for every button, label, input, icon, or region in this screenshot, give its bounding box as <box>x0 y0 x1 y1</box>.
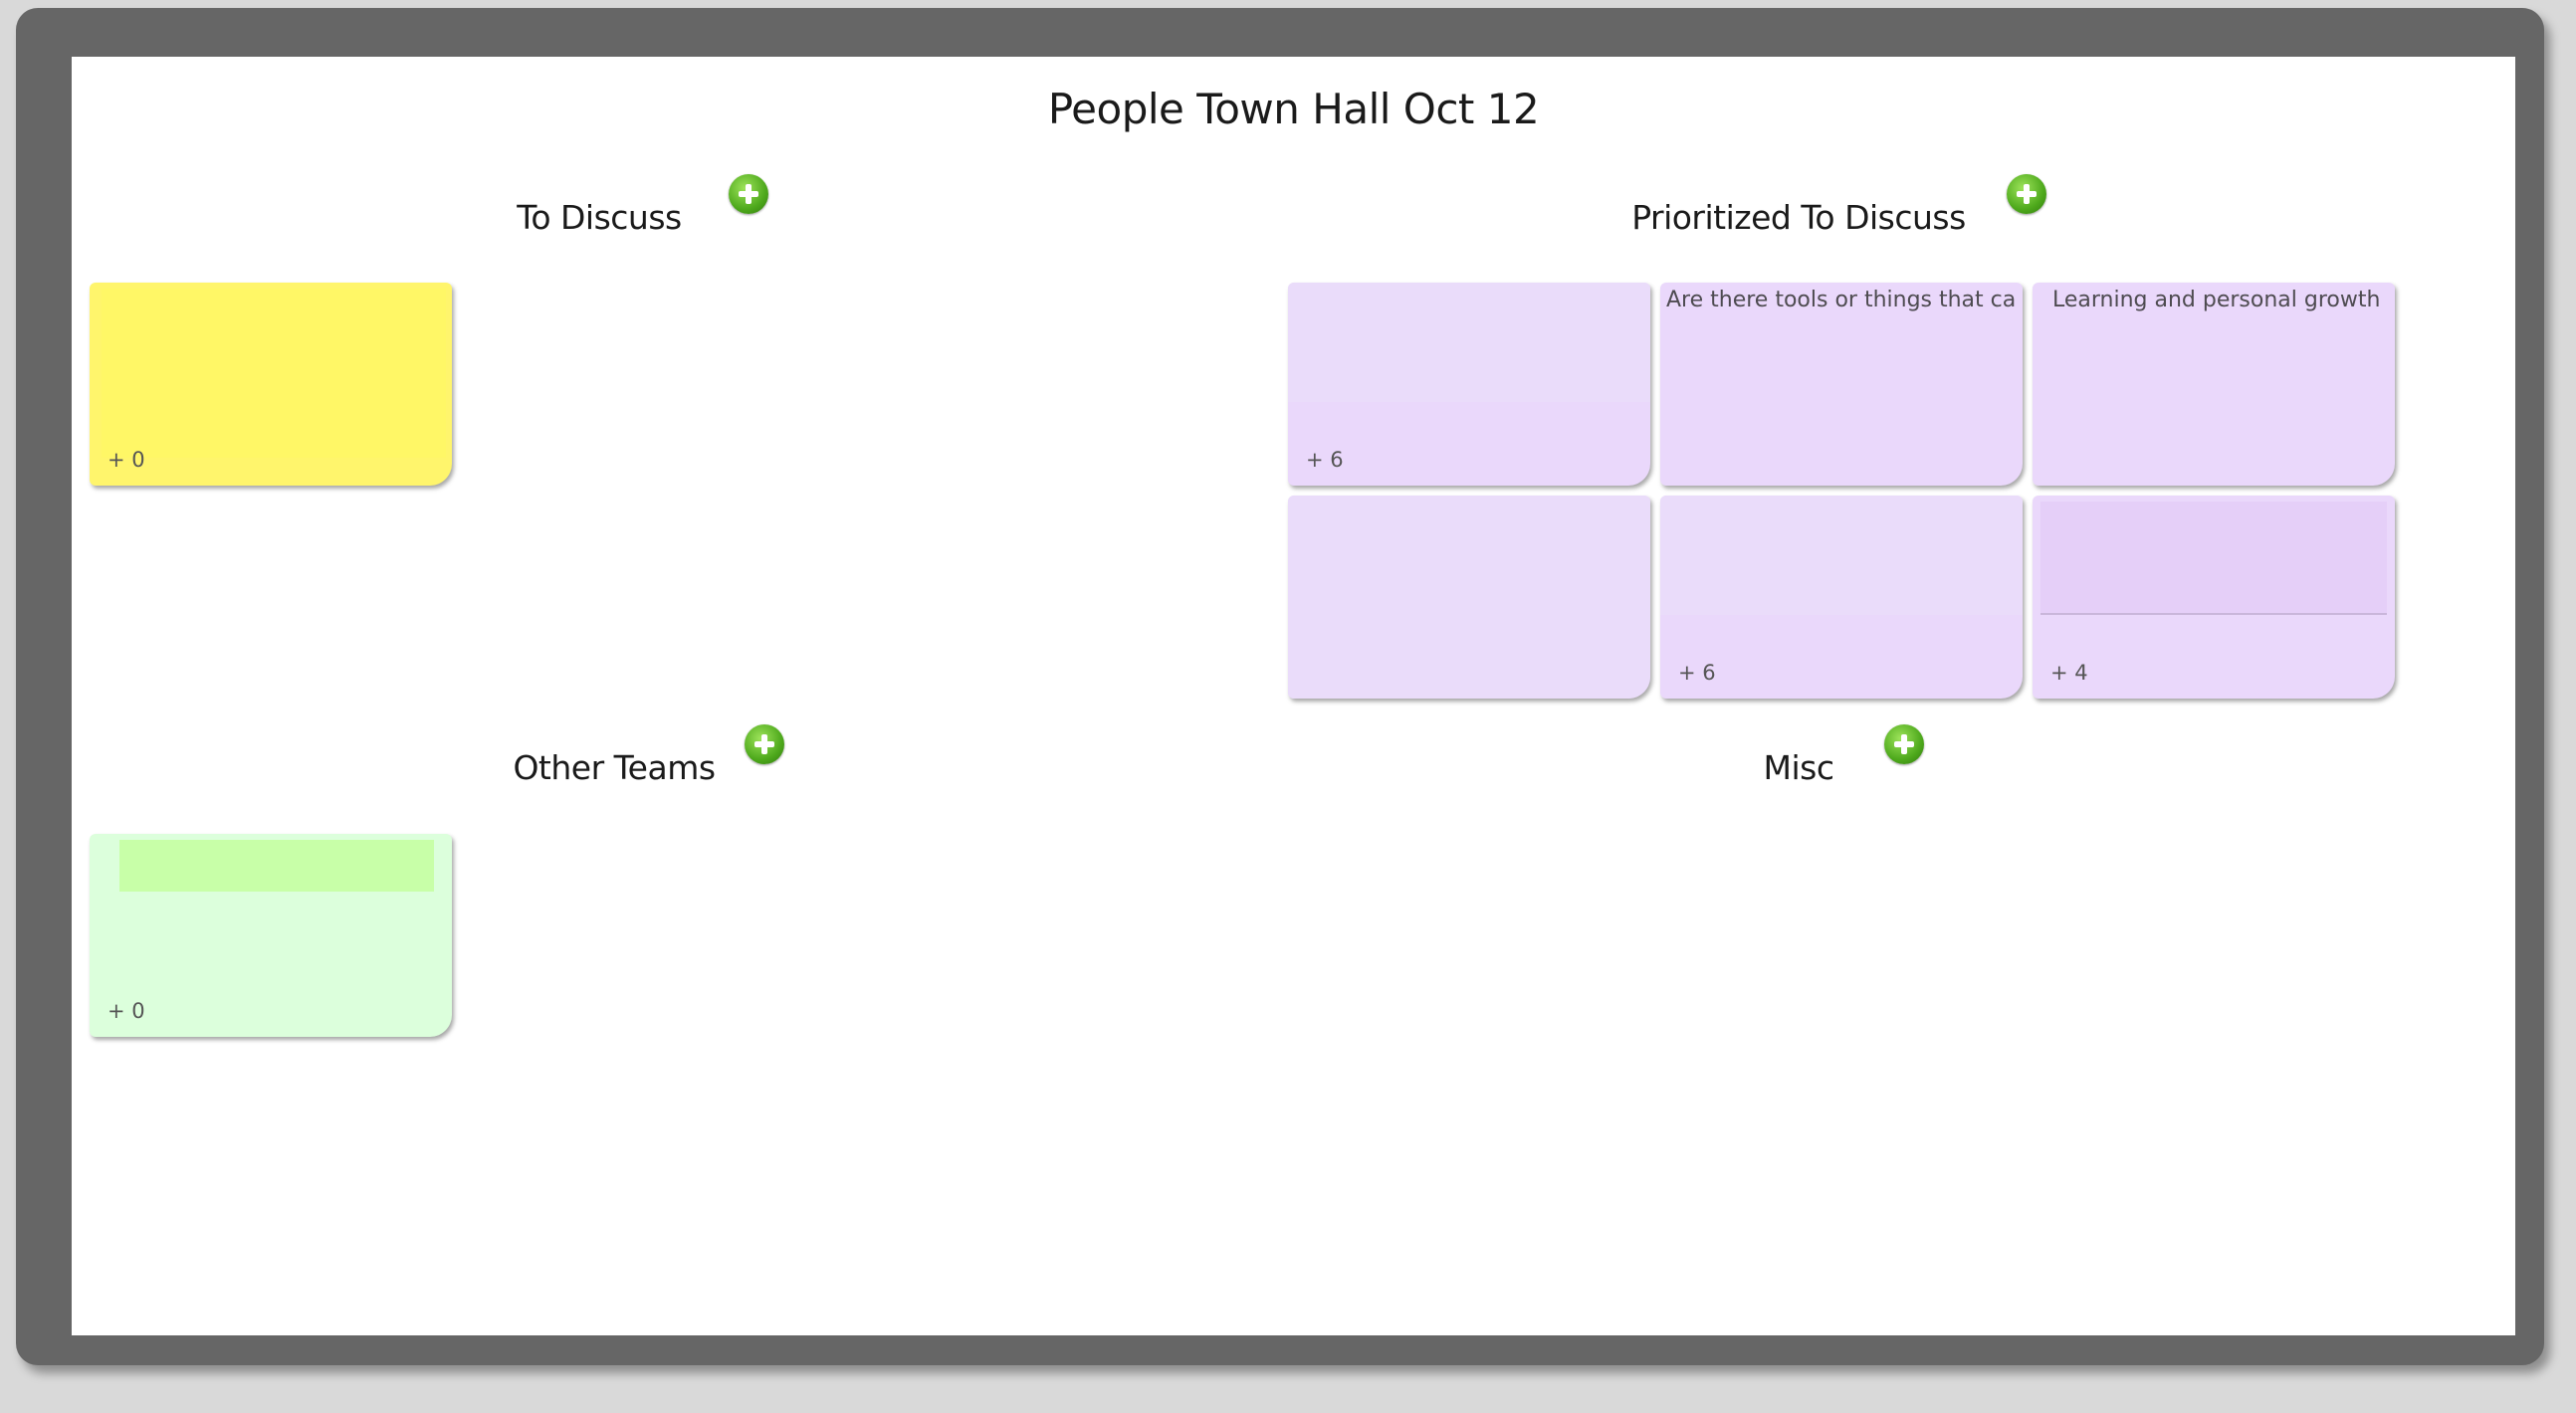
note-highlight <box>2040 502 2387 615</box>
note-prioritized-5[interactable]: + 6 <box>1660 496 2023 699</box>
note-highlight <box>1288 496 1650 699</box>
note-vote-count: + 0 <box>107 448 145 472</box>
column-heading-to-discuss: To Discuss <box>517 198 682 237</box>
note-highlight <box>1288 283 1650 402</box>
note-prioritized-4[interactable] <box>1288 496 1650 699</box>
add-note-prioritized-icon[interactable] <box>2007 174 2046 214</box>
note-highlight <box>1660 496 2023 615</box>
column-heading-prioritized: Prioritized To Discuss <box>1631 198 1966 237</box>
column-heading-misc: Misc <box>1763 748 1834 787</box>
add-note-to-discuss-icon[interactable] <box>729 174 768 214</box>
note-highlight <box>102 289 446 458</box>
note-other-teams-1[interactable]: + 0 <box>90 834 452 1037</box>
board-title: People Town Hall Oct 12 <box>1047 85 1540 133</box>
note-to-discuss-1[interactable]: + 0 <box>90 283 452 486</box>
note-prioritized-3[interactable]: Learning and personal growth <box>2033 283 2395 486</box>
note-prioritized-6[interactable]: + 4 <box>2033 496 2395 699</box>
note-text: Are there tools or things that can <box>1666 288 2017 312</box>
note-highlight <box>119 840 434 892</box>
note-vote-count: + 0 <box>107 999 145 1023</box>
add-note-misc-icon[interactable] <box>1884 724 1924 764</box>
note-vote-count: + 6 <box>1306 448 1344 472</box>
board-canvas: People Town Hall Oct 12 To Discuss + 0 P… <box>72 57 2515 1335</box>
note-prioritized-2[interactable]: Are there tools or things that can <box>1660 283 2023 486</box>
add-note-other-teams-icon[interactable] <box>745 724 784 764</box>
note-vote-count: + 4 <box>2050 661 2088 685</box>
column-heading-other-teams: Other Teams <box>513 748 716 787</box>
board-frame: People Town Hall Oct 12 To Discuss + 0 P… <box>16 8 2544 1365</box>
note-vote-count: + 6 <box>1678 661 1716 685</box>
note-prioritized-1[interactable]: + 6 <box>1288 283 1650 486</box>
note-text: Learning and personal growth <box>2052 288 2381 312</box>
